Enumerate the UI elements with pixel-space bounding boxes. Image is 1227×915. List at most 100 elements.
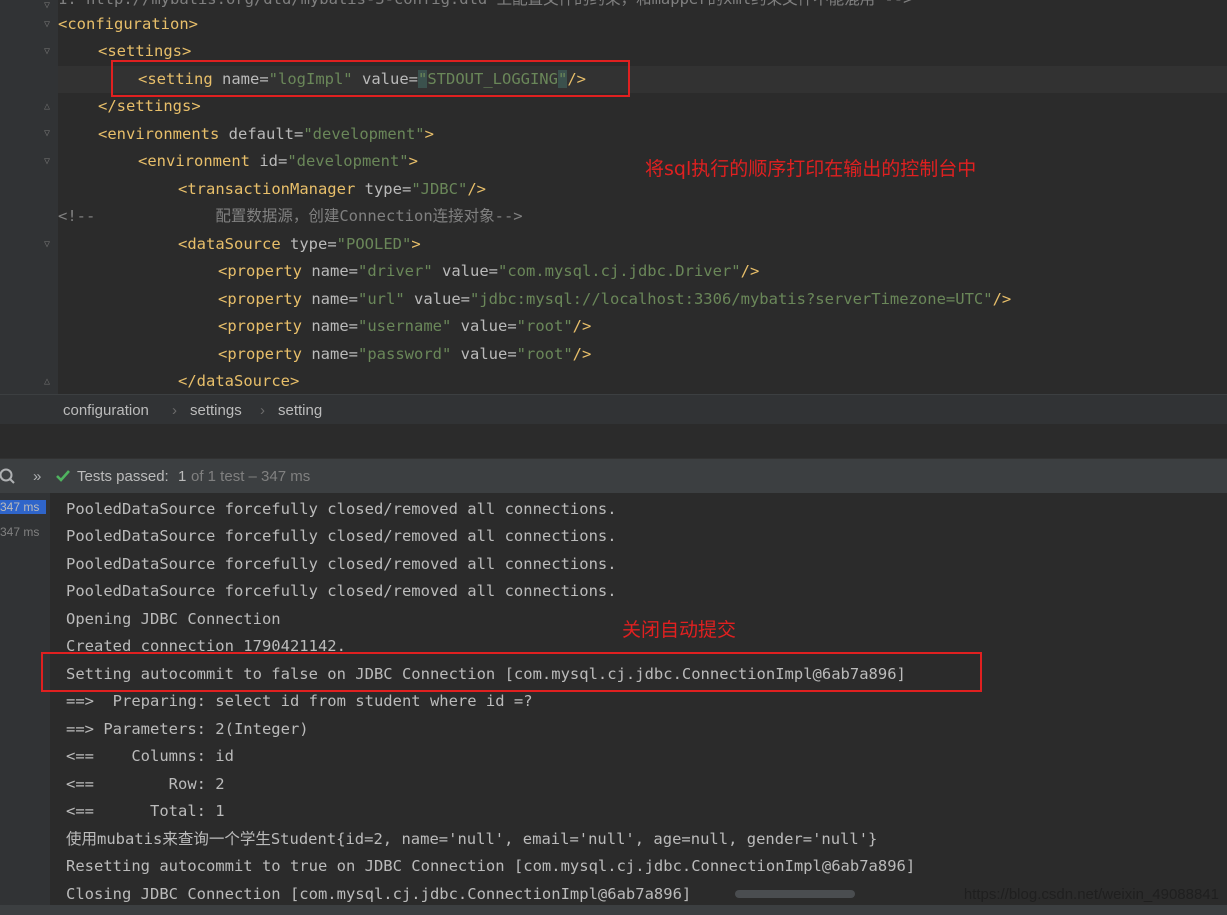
breadcrumb-separator-icon: › xyxy=(172,402,177,419)
run-toolbar: » Tests passed: 1 of 1 test – 347 ms xyxy=(0,458,1227,494)
property-tag: <property xyxy=(218,290,302,308)
test-duration-root[interactable]: 347 ms xyxy=(0,500,46,514)
fold-marker-icon[interactable]: ▽ xyxy=(44,19,54,31)
test-tree: 347 ms 347 ms xyxy=(0,493,51,915)
tests-detail: of 1 test – 347 ms xyxy=(191,468,311,485)
fold-marker-icon[interactable]: ▽ xyxy=(44,239,54,251)
code-line-property-password: <property name="password" value="root"/> xyxy=(58,341,591,368)
attr-value: "url" xyxy=(358,290,405,308)
tag-close: /> xyxy=(740,262,760,280)
settings-close-tag: </settings> xyxy=(98,97,201,115)
code-line-configuration: <configuration> xyxy=(58,11,198,38)
attr-value: "root" xyxy=(516,345,573,363)
code-line-comment: <!-- 配置数据源，创建Connection连接对象--> xyxy=(58,203,523,230)
attr-name: type= xyxy=(355,180,412,198)
attr-value: "username" xyxy=(358,317,452,335)
editor-gutter: ▽ ▽ ▽ △ ▽ ▽ ▽ △ xyxy=(0,0,58,394)
breadcrumb-item-settings[interactable]: settings xyxy=(190,402,242,419)
highlight-box-autocommit xyxy=(41,652,982,692)
console-line: PooledDataSource forcefully closed/remov… xyxy=(66,555,617,573)
settings-tag: <settings> xyxy=(98,42,192,60)
annotation-editor-note: 将sql执行的顺序打印在输出的控制台中 xyxy=(645,158,977,180)
code-line-environments: <environments default="development"> xyxy=(58,121,434,148)
tag-close: /> xyxy=(992,290,1012,308)
fold-marker-icon[interactable]: ▽ xyxy=(44,128,54,140)
attr-value: "jdbc:mysql://localhost:3306/mybatis?ser… xyxy=(470,290,993,308)
code-line-property-driver: <property name="driver" value="com.mysql… xyxy=(58,258,759,285)
expand-icon[interactable]: » xyxy=(33,468,41,485)
console-line: PooledDataSource forcefully closed/remov… xyxy=(66,500,617,518)
tag-close: > xyxy=(408,152,418,170)
attr-value: "driver" xyxy=(358,262,433,280)
attr-name: value= xyxy=(404,290,470,308)
code-line-transaction-manager: <transactionManager type="JDBC"/> xyxy=(58,176,486,203)
tests-passed-count: 1 xyxy=(178,468,187,485)
attr-name: name= xyxy=(302,317,358,335)
console-line: ==> Preparing: select id from student wh… xyxy=(66,692,533,710)
panel-divider[interactable] xyxy=(0,424,1227,459)
console-line: Closing JDBC Connection [com.mysql.cj.jd… xyxy=(66,885,692,903)
attr-name: value= xyxy=(451,317,517,335)
test-duration-child[interactable]: 347 ms xyxy=(0,525,39,539)
transaction-manager-tag: <transactionManager xyxy=(178,180,356,198)
tag-close: > xyxy=(424,125,434,143)
breadcrumb-item-setting[interactable]: setting xyxy=(278,402,322,419)
breadcrumb-separator-icon: › xyxy=(260,402,265,419)
console-line: Resetting autocommit to true on JDBC Con… xyxy=(66,857,916,875)
attr-name: name= xyxy=(302,262,358,280)
code-line-property-username: <property name="username" value="root"/> xyxy=(58,313,591,340)
fold-marker-icon[interactable]: △ xyxy=(44,101,54,113)
annotation-console-note: 关闭自动提交 xyxy=(622,619,737,641)
tag-close: /> xyxy=(572,345,592,363)
console-line: PooledDataSource forcefully closed/remov… xyxy=(66,527,617,545)
code-line-environment: <environment id="development"> xyxy=(58,148,418,175)
console-line: <== Row: 2 xyxy=(66,775,225,793)
tag-close: /> xyxy=(572,317,592,335)
datasource-close-tag: </dataSource> xyxy=(178,372,300,390)
tag-close: /> xyxy=(467,180,486,198)
attr-value: "development" xyxy=(303,125,425,143)
code-line-datasource-close: </dataSource> xyxy=(58,368,299,394)
console-line: PooledDataSource forcefully closed/remov… xyxy=(66,582,617,600)
attr-value: "root" xyxy=(516,317,573,335)
code-line-property-url: <property name="url" value="jdbc:mysql:/… xyxy=(58,286,1011,313)
attr-name: value= xyxy=(451,345,517,363)
breadcrumb-item-configuration[interactable]: configuration xyxy=(63,402,149,419)
console-line: 使用mubatis来查询一个学生Student{id=2, name='null… xyxy=(66,830,878,848)
attr-value: "password" xyxy=(358,345,452,363)
property-tag: <property xyxy=(218,262,302,280)
datasource-tag: <dataSource xyxy=(178,235,281,253)
breadcrumb: configuration › settings › setting xyxy=(0,394,1227,425)
attr-name: name= xyxy=(302,345,358,363)
code-editor[interactable]: ▽ ▽ ▽ △ ▽ ▽ ▽ △ 1. http://mybatis.org/dt… xyxy=(0,0,1227,394)
environments-tag: <environments xyxy=(98,125,220,143)
property-tag: <property xyxy=(218,317,302,335)
horizontal-scrollbar[interactable] xyxy=(735,890,855,898)
fold-marker-icon[interactable]: ▽ xyxy=(44,0,54,12)
tag-close: > xyxy=(411,235,421,253)
property-tag: <property xyxy=(218,345,302,363)
configuration-tag: <configuration> xyxy=(58,15,198,33)
attr-name: value= xyxy=(432,262,498,280)
environment-tag: <environment xyxy=(138,152,250,170)
console-line: Opening JDBC Connection xyxy=(66,610,281,628)
attr-value: "com.mysql.cj.jdbc.Driver" xyxy=(497,262,741,280)
attr-value: "POOLED" xyxy=(336,235,412,253)
fold-marker-icon[interactable]: ▽ xyxy=(44,46,54,58)
console-line: ==> Parameters: 2(Integer) xyxy=(66,720,309,738)
search-icon[interactable] xyxy=(0,467,16,485)
fold-marker-icon[interactable]: ▽ xyxy=(44,156,54,168)
console-output[interactable]: PooledDataSource forcefully closed/remov… xyxy=(50,493,1227,915)
attr-value: "JDBC" xyxy=(411,180,468,198)
highlight-box-setting xyxy=(111,60,630,97)
tests-status-label: Tests passed: xyxy=(77,468,169,485)
code-line-datasource: <dataSource type="POOLED"> xyxy=(58,231,421,258)
attr-value: "development" xyxy=(287,152,409,170)
code-line-settings-close: </settings> xyxy=(58,93,201,120)
fold-marker-icon[interactable]: △ xyxy=(44,376,54,388)
check-icon xyxy=(56,470,70,482)
comment-text: 配置数据源，创建Connection连接对象--> xyxy=(215,207,523,225)
console-line: <== Total: 1 xyxy=(66,802,225,820)
watermark-text: https://blog.csdn.net/weixin_49088841 xyxy=(963,886,1219,903)
attr-name: default= xyxy=(219,125,304,143)
